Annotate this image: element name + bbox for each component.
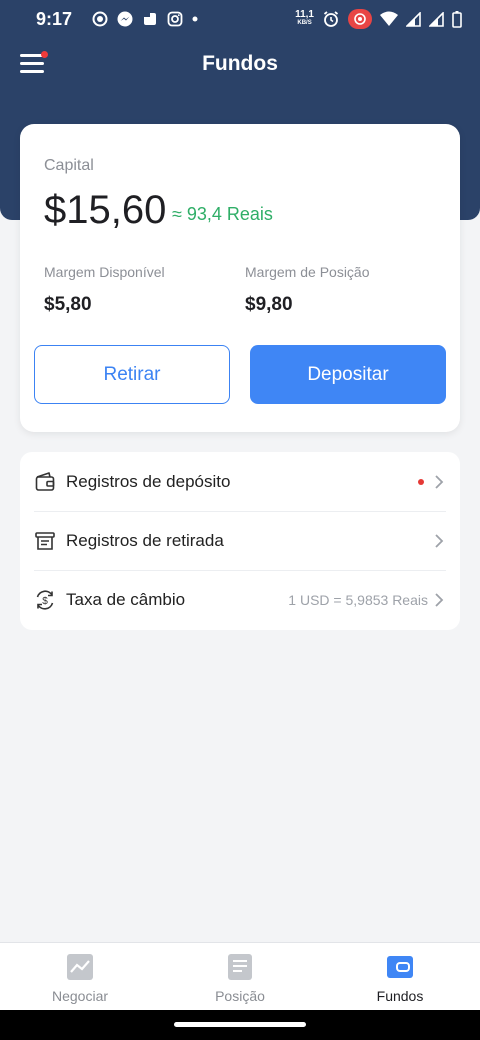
- alarm-icon: [323, 11, 339, 27]
- svg-text:$: $: [42, 596, 48, 607]
- position-margin-value: $9,80: [245, 294, 293, 315]
- tab-funds[interactable]: Fundos: [320, 943, 480, 1010]
- tab-funds-label: Fundos: [376, 988, 424, 1004]
- record-icon: [92, 11, 108, 27]
- deposit-button[interactable]: Depositar: [250, 345, 446, 404]
- document-icon: [228, 954, 252, 980]
- instagram-icon: [167, 11, 183, 27]
- withdraw-button[interactable]: Retirar: [34, 345, 230, 404]
- hotspot-icon: [348, 9, 372, 29]
- system-nav-bar: [0, 1010, 480, 1040]
- withdraw-records-item[interactable]: Registros de retirada: [20, 511, 460, 570]
- more-notifications-icon: [192, 16, 198, 22]
- available-margin-label: Margem Disponível: [44, 264, 165, 280]
- home-gesture-bar[interactable]: [174, 1022, 306, 1027]
- tab-trade-label: Negociar: [51, 988, 109, 1004]
- exchange-rate-label: Taxa de câmbio: [66, 589, 186, 609]
- chart-icon: [67, 954, 93, 980]
- tab-position[interactable]: Posição: [160, 943, 320, 1010]
- bottom-tab-bar: Negociar Posição Fundos: [0, 942, 480, 1010]
- exchange-rate-item[interactable]: $ Taxa de câmbio 1 USD = 5,9853 Reais: [20, 570, 460, 629]
- available-margin-value: $5,80: [44, 294, 92, 315]
- wallet-icon: [35, 471, 55, 491]
- exchange-rate-value: 1 USD = 5,9853 Reais: [288, 591, 428, 608]
- deposit-records-badge: [418, 478, 424, 485]
- deposit-records-label: Registros de depósito: [66, 471, 231, 491]
- chevron-right-icon: [435, 533, 444, 548]
- funds-menu-list: Registros de depósito Registros de retir…: [20, 452, 460, 630]
- signal-icon: [406, 11, 421, 27]
- deposit-records-item[interactable]: Registros de depósito: [20, 452, 460, 511]
- capital-label: Capital: [44, 157, 94, 174]
- capital-approx-reais: ≈ 93,4 Reais: [172, 204, 273, 224]
- messenger-icon: [117, 11, 133, 27]
- notification-icons: [92, 11, 198, 27]
- status-time: 9:17: [36, 8, 73, 29]
- chevron-right-icon: [435, 474, 444, 489]
- capital-card: Capital $15,60 ≈ 93,4 Reais Margem Dispo…: [20, 124, 460, 432]
- chevron-right-icon: [435, 592, 444, 607]
- page-title: Fundos: [202, 52, 278, 75]
- system-icons: 11,1 KB/S: [295, 9, 462, 29]
- net-speed-unit: KB/S: [297, 20, 312, 26]
- wallet-icon: [387, 956, 413, 978]
- tab-trade[interactable]: Negociar: [0, 943, 160, 1010]
- status-bar: 9:17 11,1 KB/S: [0, 0, 480, 38]
- tab-position-label: Posição: [215, 988, 265, 1004]
- signal-icon-2: [429, 11, 444, 27]
- battery-icon: [452, 10, 462, 28]
- app-icon: [144, 13, 157, 25]
- net-speed: 11,1 KB/S: [295, 10, 314, 28]
- capital-value: $15,60: [44, 188, 167, 232]
- withdraw-records-label: Registros de retirada: [66, 530, 224, 550]
- currency-exchange-icon: $: [36, 589, 54, 610]
- position-margin-label: Margem de Posição: [245, 264, 370, 280]
- wifi-icon: [380, 11, 398, 26]
- receipt-icon: [35, 531, 55, 550]
